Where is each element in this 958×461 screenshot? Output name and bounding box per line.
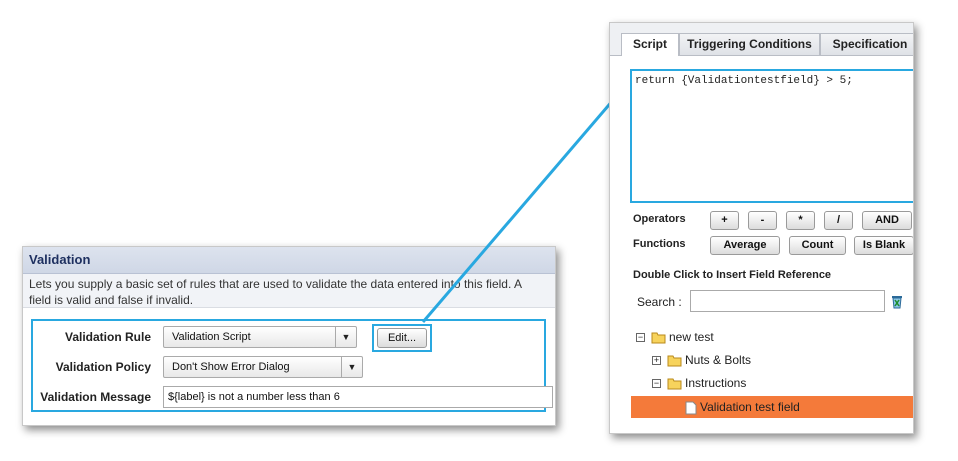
tree-node-root[interactable]: − new test [636, 327, 714, 347]
operator-and-button[interactable]: AND [862, 211, 912, 230]
insert-field-reference-label: Double Click to Insert Field Reference [633, 269, 832, 281]
validation-rule-value: Validation Script [172, 331, 251, 343]
validation-policy-value: Don't Show Error Dialog [172, 361, 290, 373]
editor-tabs: Script Triggering Conditions Specificati… [610, 23, 913, 56]
validation-title: Validation [23, 247, 555, 274]
tree-node-instructions[interactable]: − Instructions [652, 373, 746, 393]
tab-specification[interactable]: Specification [820, 33, 913, 55]
chevron-down-icon: ▼ [341, 357, 362, 377]
validation-policy-row: Validation Policy Don't Show Error Dialo… [33, 354, 544, 380]
validation-description: Lets you supply a basic set of rules tha… [23, 274, 555, 308]
script-editor-panel: Script Triggering Conditions Specificati… [609, 22, 914, 434]
validation-policy-label: Validation Policy [55, 360, 151, 374]
validation-form: Validation Rule Validation Script ▼ Edit… [31, 319, 553, 412]
document-icon [685, 401, 697, 415]
script-code-editor[interactable]: return {Validationtestfield} > 5; [630, 69, 913, 203]
validation-panel: Validation Lets you supply a basic set o… [22, 246, 556, 426]
tree-node-validation-test-field[interactable]: Validation test field [685, 397, 800, 417]
validation-rule-label: Validation Rule [64, 330, 151, 344]
operators-label: Operators [633, 213, 686, 225]
operator-plus-button[interactable]: + [710, 211, 739, 230]
collapse-icon[interactable]: − [652, 379, 661, 389]
edit-button-highlight: Edit... [372, 324, 432, 352]
operator-minus-button[interactable]: - [748, 211, 777, 230]
tree-node-nuts-bolts-label: Nuts & Bolts [685, 353, 752, 367]
clear-search-icon[interactable] [889, 293, 905, 309]
folder-icon [667, 378, 682, 390]
folder-icon [667, 355, 682, 367]
validation-message-row: Validation Message ${label} is not a num… [33, 384, 553, 410]
tree-node-root-label: new test [669, 330, 714, 344]
validation-message-input[interactable]: ${label} is not a number less than 6 [163, 386, 553, 408]
validation-rule-select[interactable]: Validation Script ▼ [163, 326, 357, 348]
functions-label: Functions [633, 238, 686, 250]
folder-icon [651, 332, 666, 344]
tree-node-validation-test-field-label: Validation test field [700, 400, 800, 414]
chevron-down-icon: ▼ [335, 327, 356, 347]
validation-description-line2: field is valid and false if invalid. [29, 293, 194, 307]
validation-message-label: Validation Message [40, 390, 151, 404]
validation-description-line1: Lets you supply a basic set of rules tha… [29, 277, 522, 291]
operator-divide-button[interactable]: / [824, 211, 853, 230]
tree-node-instructions-label: Instructions [685, 376, 747, 390]
function-average-button[interactable]: Average [710, 236, 780, 255]
tab-script[interactable]: Script [621, 33, 679, 56]
tree-node-nuts-bolts[interactable]: + Nuts & Bolts [652, 350, 751, 370]
function-count-button[interactable]: Count [789, 236, 846, 255]
validation-policy-select[interactable]: Don't Show Error Dialog ▼ [163, 356, 363, 378]
function-isblank-button[interactable]: Is Blank [854, 236, 913, 255]
search-label: Search : [637, 295, 682, 309]
collapse-icon[interactable]: − [636, 333, 645, 343]
tab-triggering-conditions[interactable]: Triggering Conditions [679, 33, 820, 55]
edit-button[interactable]: Edit... [377, 328, 427, 348]
search-input[interactable] [690, 290, 885, 312]
validation-rule-row: Validation Rule Validation Script ▼ Edit… [33, 324, 544, 352]
operator-multiply-button[interactable]: * [786, 211, 815, 230]
expand-icon[interactable]: + [652, 356, 661, 366]
